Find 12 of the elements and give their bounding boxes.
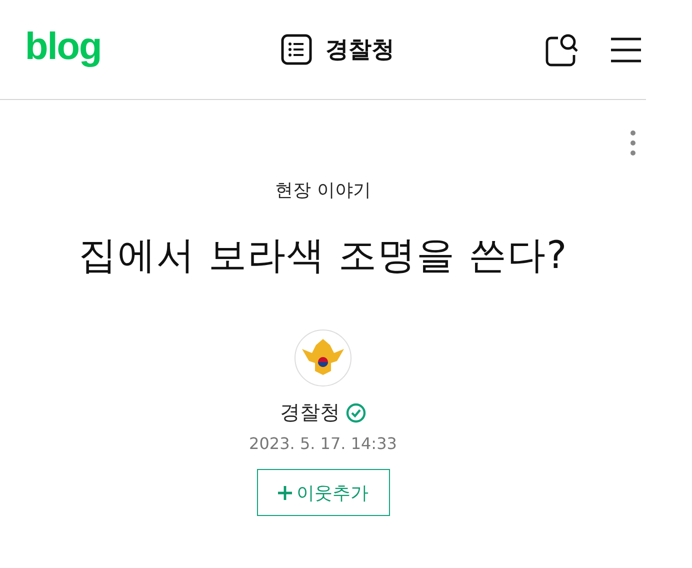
post-category[interactable]: 현장 이야기 xyxy=(275,178,371,202)
author-name[interactable]: 경찰청 xyxy=(280,399,340,426)
more-icon[interactable] xyxy=(630,130,636,156)
plus-icon xyxy=(278,486,292,500)
post-date: 2023. 5. 17. 14:33 xyxy=(249,434,397,453)
menu-icon[interactable] xyxy=(610,36,642,64)
post-title: 집에서 보라색 조명을 쓴다? xyxy=(78,232,568,279)
avatar-icon[interactable] xyxy=(294,329,352,387)
blog-title: 경찰청 xyxy=(326,36,395,65)
follow-button[interactable]: 이웃추가 xyxy=(256,469,390,516)
list-icon[interactable] xyxy=(280,34,312,65)
search-icon[interactable] xyxy=(544,32,580,68)
